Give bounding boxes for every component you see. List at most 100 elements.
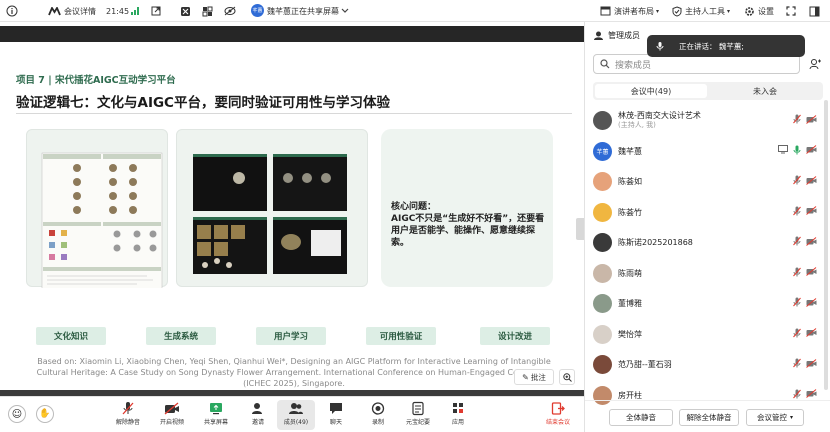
speaker-layout-button[interactable]: 演讲者布局 ▾: [600, 4, 659, 18]
info-icon[interactable]: [6, 4, 18, 18]
member-status-icons: [793, 114, 817, 124]
core-question-heading: 核心问题：: [391, 202, 437, 212]
member-row[interactable]: 林茂-西南交大设计艺术 (主持人, 我): [585, 106, 830, 133]
microphone-icon: [656, 42, 664, 51]
citation-text: Based on: Xiaomin Li, Xiaobing Chen, Yeq…: [36, 357, 552, 388]
tab-in-meeting[interactable]: 会议中(49): [595, 84, 707, 98]
camera-off-icon: [806, 175, 817, 185]
collapse-handle[interactable]: [576, 218, 584, 240]
settings-button[interactable]: 设置: [744, 4, 774, 18]
member-row[interactable]: 陈雨萌: [585, 259, 830, 286]
unmute-button[interactable]: 解除静音: [111, 401, 145, 426]
platform-screens-image: [193, 154, 347, 274]
member-row[interactable]: 陈荟如: [585, 167, 830, 194]
member-status-icons: [793, 389, 817, 399]
camera-off-icon: [806, 297, 817, 307]
exit-icon: [551, 402, 565, 415]
tab-not-joined[interactable]: 未入会: [709, 84, 821, 98]
members-button[interactable]: 成员(49): [279, 401, 313, 426]
avatar: [593, 355, 612, 374]
zoom-in-icon: [562, 372, 572, 382]
add-member-icon[interactable]: [807, 56, 823, 72]
yuanbao-notes-button[interactable]: 元宝纪要: [401, 401, 435, 426]
host-tools-label: 主持人工具: [685, 6, 725, 16]
bottom-toolbar: ☺ ✋ 解除静音 开启视频 共享屏幕 邀请 成员(49) 聊天 录制 元宝纪要 …: [0, 396, 584, 432]
pill-usability-validation: 可用性验证: [366, 327, 436, 345]
camera-off-icon: [806, 145, 817, 154]
microphone-muted-icon: [793, 297, 801, 307]
invite-label: 邀请: [251, 419, 264, 426]
avatar: [593, 233, 612, 252]
microphone-muted-icon: [793, 114, 801, 124]
raise-hand-icon[interactable]: ✋: [36, 405, 54, 423]
core-question-card: 核心问题： AIGC不只是“生成好不好看”，还要看用户是否能学、能操作、愿意继续…: [381, 129, 553, 287]
chevron-down-icon: ▾: [789, 414, 793, 421]
member-list-scrollbar[interactable]: [824, 100, 828, 390]
annotate-label: 批注: [530, 372, 546, 382]
member-row[interactable]: 陈斯诺2025201868: [585, 228, 830, 255]
mute-all-button[interactable]: 全体静音: [609, 409, 673, 426]
end-meeting-button[interactable]: 结束会议: [541, 401, 575, 426]
panel-toggle-icon[interactable]: [809, 4, 820, 18]
share-screen-label: 共享屏幕: [203, 419, 228, 426]
member-row[interactable]: 樊怡萍: [585, 320, 830, 347]
meeting-control-button[interactable]: 会议管控 ▾: [746, 409, 804, 426]
unmute-all-button[interactable]: 解除全体静音: [679, 409, 739, 426]
shield-icon: [672, 5, 682, 17]
meeting-details-button[interactable]: 会议详情: [48, 4, 96, 18]
apps-grid-icon: [453, 403, 463, 413]
camera-off-icon: [806, 267, 817, 276]
chevron-down-icon: ▾: [727, 7, 731, 15]
member-name: 陈斯诺2025201868: [618, 238, 693, 247]
member-search-input[interactable]: 搜索成员: [593, 54, 800, 74]
record-icon: [371, 402, 385, 415]
members-label: 成员(49): [283, 419, 309, 426]
camera-off-icon: [164, 402, 179, 415]
popout-icon[interactable]: [151, 4, 161, 18]
member-name: 范乃甜--董石羽: [618, 360, 672, 369]
layout-icon: [600, 6, 611, 16]
share-screen-button[interactable]: 共享屏幕: [199, 401, 233, 426]
member-status-icons: [793, 267, 817, 277]
member-row[interactable]: 芊蕙 魏芊蕙: [585, 137, 830, 164]
member-role: (主持人, 我): [618, 121, 656, 129]
member-name: 樊怡萍: [618, 329, 642, 339]
fullscreen-icon[interactable]: [786, 4, 796, 18]
apps-button[interactable]: 应用: [441, 401, 475, 426]
chevron-down-icon[interactable]: [341, 4, 349, 18]
share-screen-icon[interactable]: [180, 4, 191, 18]
pill-cultural-knowledge: 文化知识: [36, 327, 106, 345]
chat-icon: [330, 403, 342, 414]
avatar: 芊蕙: [593, 141, 612, 161]
layout-grid-icon[interactable]: [202, 4, 213, 18]
hide-view-icon[interactable]: [224, 4, 236, 18]
start-video-button[interactable]: 开启视频: [155, 401, 189, 426]
camera-off-icon: [806, 328, 817, 337]
avatar: [593, 263, 612, 283]
emoji-reaction-icon[interactable]: ☺: [8, 405, 26, 423]
member-row[interactable]: 范乃甜--董石羽: [585, 350, 830, 377]
member-name: 魏芊蕙: [618, 146, 642, 156]
annotate-button[interactable]: ✎ 批注: [514, 369, 554, 385]
settings-label: 设置: [758, 6, 774, 16]
avatar: [593, 172, 612, 191]
zoom-button[interactable]: [559, 369, 575, 385]
member-status-icons: [793, 297, 817, 307]
core-question-text: 核心问题： AIGC不只是“生成好不好看”，还要看用户是否能学、能操作、愿意继续…: [391, 201, 551, 249]
chat-button[interactable]: 聊天: [319, 401, 353, 426]
search-icon: [600, 59, 610, 69]
invite-button[interactable]: 邀请: [241, 401, 275, 426]
member-row[interactable]: 董博雅: [585, 289, 830, 316]
member-search-placeholder: 搜索成员: [615, 60, 652, 71]
member-panel-footer: 全体静音 解除全体静音 会议管控 ▾: [585, 400, 830, 432]
member-row[interactable]: 陈荟竹: [585, 198, 830, 225]
camera-off-icon: [806, 206, 817, 215]
microphone-muted-icon: [122, 402, 134, 415]
speaker-layout-label: 演讲者布局: [614, 6, 654, 16]
host-tools-button[interactable]: 主持人工具 ▾: [672, 4, 730, 18]
record-button[interactable]: 录制: [361, 401, 395, 426]
manage-members-icon: [594, 31, 603, 40]
top-bar: 会议详情 21:45 芊蕙 魏芊蕙正在共享屏幕 演讲者布局 ▾ 主持人工具 ▾ …: [0, 0, 830, 22]
end-meeting-label: 结束会议: [545, 419, 570, 426]
speaking-toast-text: 正在讲话： 魏芊蕙;: [679, 41, 744, 51]
